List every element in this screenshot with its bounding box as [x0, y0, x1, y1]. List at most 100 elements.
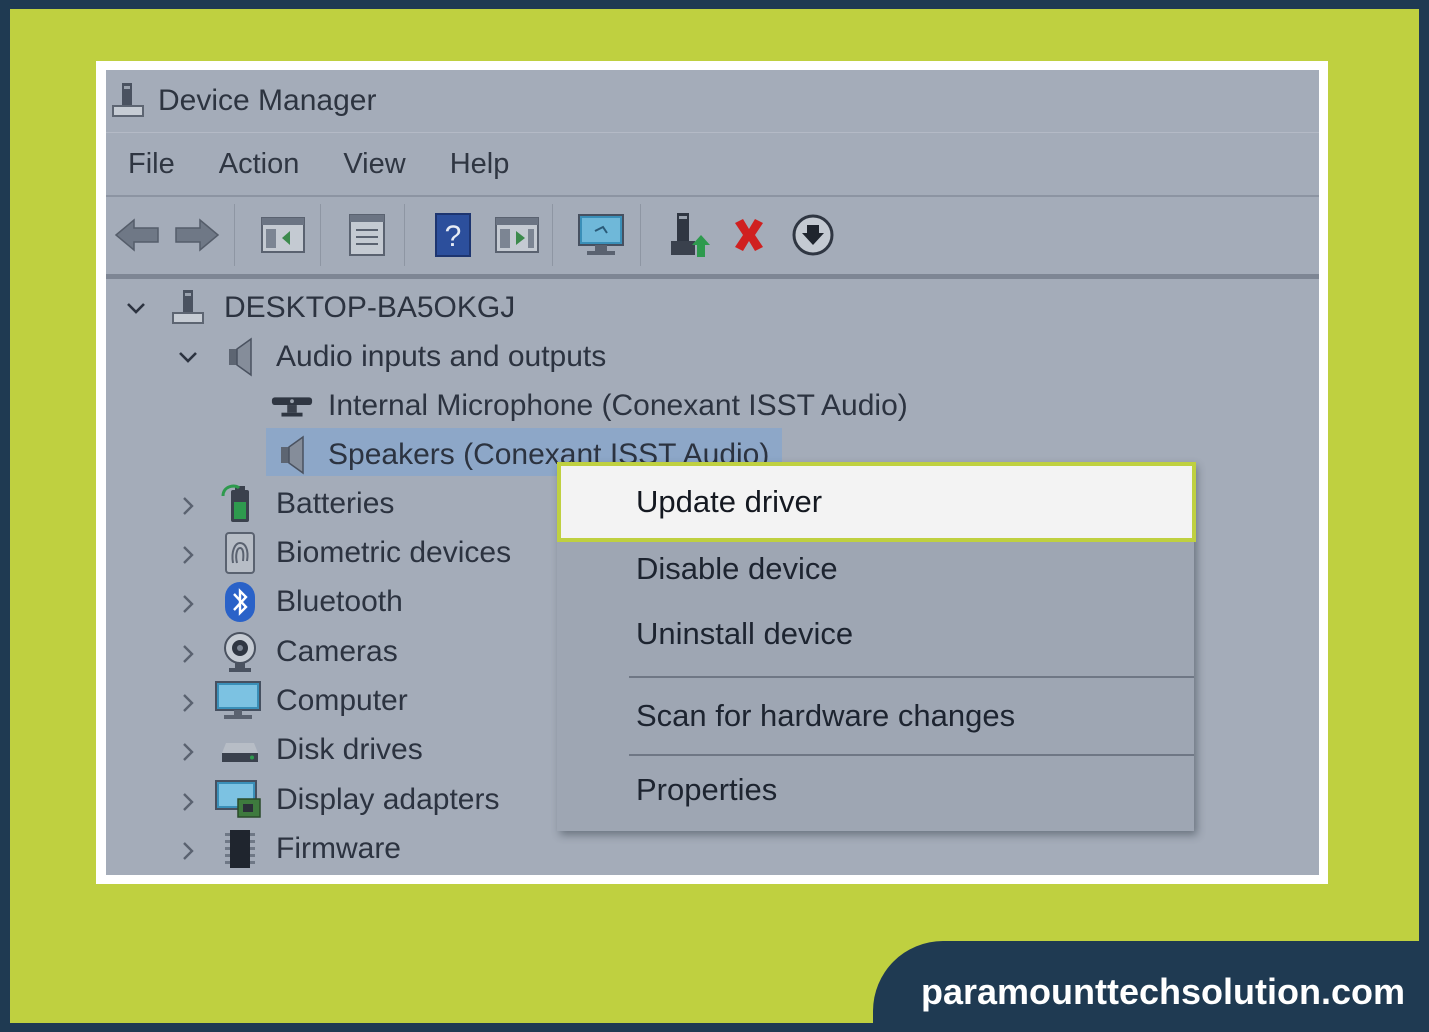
scan-hardware-button[interactable] — [576, 210, 626, 260]
forward-button[interactable] — [172, 210, 222, 260]
tree-item-label: Batteries — [276, 487, 395, 520]
speaker-icon — [270, 435, 314, 475]
chevron-down-icon — [179, 352, 197, 363]
monitor-icon — [214, 681, 262, 721]
expand-chevron[interactable] — [176, 543, 200, 567]
chevron-right-icon — [183, 842, 194, 860]
menu-file[interactable]: File — [128, 148, 175, 181]
toolbar-separator — [320, 204, 321, 266]
menu-help[interactable]: Help — [450, 148, 510, 181]
back-button[interactable] — [112, 210, 162, 260]
download-icon — [792, 214, 834, 256]
fingerprint-icon — [218, 532, 262, 574]
menu-bar: File Action View Help — [106, 132, 1319, 197]
chevron-right-icon — [183, 595, 194, 613]
expand-chevron[interactable] — [176, 740, 200, 764]
tree-item-label: Computer — [276, 684, 408, 717]
brand-banner: paramounttechsolution.com — [873, 941, 1429, 1032]
chevron-right-icon — [183, 546, 194, 564]
tree-item-label: Display adapters — [276, 783, 500, 816]
show-hide-console-tree-button[interactable] — [258, 210, 308, 260]
menu-item-label: Scan for hardware changes — [636, 698, 1016, 733]
expand-chevron-root[interactable] — [124, 296, 148, 320]
expand-chevron[interactable] — [176, 839, 200, 863]
menu-action[interactable]: Action — [219, 148, 300, 181]
update-driver-icon — [671, 213, 710, 257]
tree-root[interactable]: DESKTOP-BA5OKGJ — [166, 286, 515, 330]
tree-item-label: Internal Microphone (Conexant ISST Audio… — [328, 389, 908, 422]
toolbar-separator — [234, 204, 235, 266]
menu-item-label: Properties — [636, 772, 778, 807]
uninstall-x-icon — [735, 219, 763, 251]
tree-item-computer[interactable]: Computer — [214, 679, 408, 723]
device-manager-icon — [112, 83, 144, 117]
tree-item-biometric[interactable]: Biometric devices — [218, 531, 511, 575]
menu-item-scan-hardware[interactable]: Scan for hardware changes — [557, 691, 1194, 741]
menu-item-label: Update driver — [636, 484, 823, 519]
svg-text:?: ? — [445, 220, 462, 253]
update-driver-toolbar-button[interactable] — [664, 210, 714, 260]
menu-item-uninstall-device[interactable]: Uninstall device — [557, 609, 1194, 659]
brand-text: paramounttechsolution.com — [921, 971, 1406, 1012]
toolbar: ? — [106, 196, 1319, 279]
toolbar-separator — [552, 204, 553, 266]
properties-icon — [349, 214, 385, 256]
tree-item-disk-drives[interactable]: Disk drives — [218, 728, 423, 772]
tree-item-cameras[interactable]: Cameras — [218, 630, 398, 674]
tree-item-label: Disk drives — [276, 733, 423, 766]
tree-item-label: Audio inputs and outputs — [276, 340, 607, 373]
title-bar: Device Manager — [106, 70, 1319, 132]
tree-item-microphone[interactable]: Internal Microphone (Conexant ISST Audio… — [270, 384, 908, 428]
download-button[interactable] — [788, 210, 838, 260]
tree-item-label: Biometric devices — [276, 536, 512, 569]
chevron-right-icon — [183, 743, 194, 761]
uninstall-button[interactable] — [724, 210, 774, 260]
chevron-down-icon — [127, 303, 145, 314]
menu-item-disable-device[interactable]: Disable device — [557, 544, 1194, 594]
menu-separator — [629, 754, 1194, 756]
toolbar-separator — [640, 204, 641, 266]
forward-arrow-icon — [175, 218, 220, 252]
webcam-icon — [218, 632, 262, 672]
menu-view[interactable]: View — [343, 148, 405, 181]
chevron-right-icon — [183, 645, 194, 663]
tree-item-batteries[interactable]: Batteries — [218, 482, 394, 526]
expand-chevron[interactable] — [176, 691, 200, 715]
disk-drive-icon — [218, 730, 262, 770]
expand-chevron-audio[interactable] — [176, 345, 200, 369]
expand-chevron[interactable] — [176, 642, 200, 666]
speaker-icon — [218, 337, 262, 377]
tree-item-label: Firmware — [276, 832, 401, 865]
properties-button[interactable] — [342, 210, 392, 260]
toolbar-separator — [404, 204, 405, 266]
chevron-right-icon — [183, 694, 194, 712]
chevron-right-icon — [183, 497, 194, 515]
tree-item-label: Cameras — [276, 635, 398, 668]
computer-tower-icon — [166, 288, 210, 328]
battery-icon — [218, 484, 262, 524]
tree-item-bluetooth[interactable]: Bluetooth — [218, 580, 403, 624]
menu-separator — [629, 676, 1194, 678]
display-adapter-icon — [214, 780, 262, 820]
window-title: Device Manager — [158, 84, 377, 117]
scan-monitor-icon — [578, 214, 624, 255]
expand-chevron[interactable] — [176, 592, 200, 616]
menu-item-label: Uninstall device — [636, 616, 854, 651]
run-icon — [495, 217, 539, 253]
bluetooth-icon — [218, 582, 262, 622]
context-menu: Update driver Disable device Uninstall d… — [557, 462, 1196, 831]
help-button[interactable]: ? — [428, 210, 478, 260]
menu-item-properties[interactable]: Properties — [557, 765, 1194, 815]
tree-item-audio[interactable]: Audio inputs and outputs — [218, 335, 606, 379]
show-hide-console-tree-icon — [261, 217, 305, 253]
tree-item-display-adapters[interactable]: Display adapters — [214, 778, 499, 822]
expand-chevron[interactable] — [176, 790, 200, 814]
run-button[interactable] — [492, 210, 542, 260]
tree-item-label: Bluetooth — [276, 585, 403, 618]
help-icon: ? — [435, 213, 471, 257]
menu-item-update-driver[interactable]: Update driver — [557, 462, 1196, 542]
tree-root-label: DESKTOP-BA5OKGJ — [224, 291, 516, 324]
expand-chevron[interactable] — [176, 494, 200, 518]
chevron-right-icon — [183, 793, 194, 811]
tree-item-firmware[interactable]: Firmware — [218, 827, 401, 871]
